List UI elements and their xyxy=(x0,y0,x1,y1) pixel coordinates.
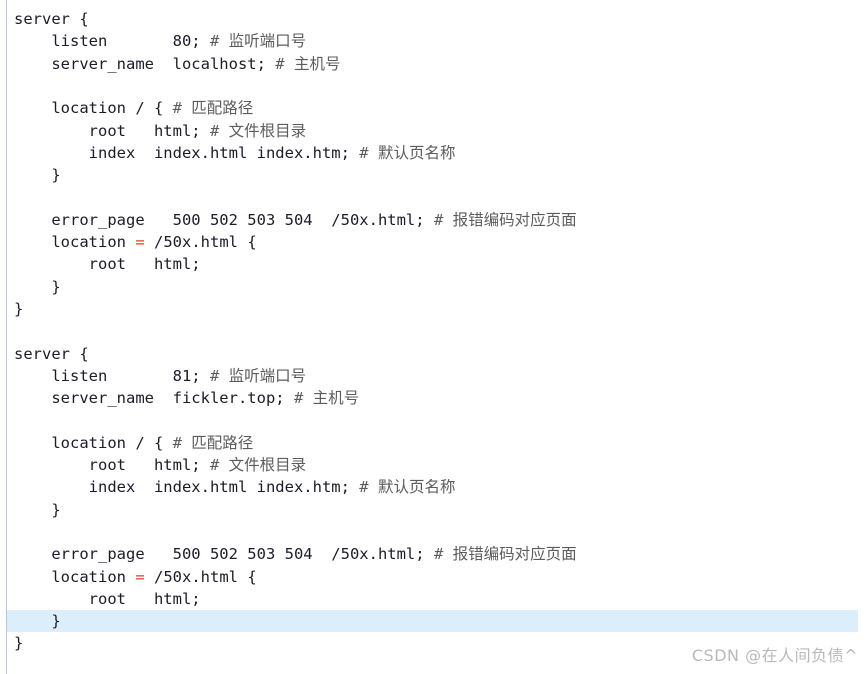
code-comment-token: # 监听端口号 xyxy=(209,366,307,385)
code-comment-token: # 文件根目录 xyxy=(209,456,307,474)
code-line[interactable]: error_page 500 502 503 504 /50x.html; # … xyxy=(0,209,868,231)
code-line[interactable]: root html; # 文件根目录 xyxy=(0,454,868,476)
code-comment-token: # 主机号 xyxy=(275,54,341,73)
code-line[interactable]: index index.html index.htm; # 默认页名称 xyxy=(0,142,868,164)
code-token: location xyxy=(14,567,136,586)
code-line[interactable]: root html; xyxy=(0,253,868,275)
code-text-surface[interactable]: server { listen 80; # 监听端口号 server_name … xyxy=(0,0,868,674)
code-token: } xyxy=(14,277,61,296)
code-line[interactable]: location / { # 匹配路径 xyxy=(0,97,868,119)
code-token: listen 80; xyxy=(14,32,210,51)
code-comment-token: # 文件根目录 xyxy=(209,121,307,140)
code-line[interactable]: } xyxy=(0,164,868,186)
code-line[interactable] xyxy=(0,320,868,342)
code-line[interactable]: location / { # 匹配路径 xyxy=(0,432,868,454)
code-comment-token: # 报错编码对应页面 xyxy=(433,545,577,564)
code-comment-token: # 监听端口号 xyxy=(209,32,307,51)
code-token: listen 81; xyxy=(14,366,210,385)
code-token: location / { xyxy=(14,99,173,118)
code-token: } xyxy=(14,500,61,519)
code-line[interactable]: index index.html index.htm; # 默认页名称 xyxy=(0,476,868,498)
code-editor-pane[interactable]: server { listen 80; # 监听端口号 server_name … xyxy=(0,0,868,674)
code-line[interactable]: root html; # 文件根目录 xyxy=(0,120,868,142)
code-line[interactable]: server_name fickler.top; # 主机号 xyxy=(0,387,868,409)
code-line-current[interactable]: } xyxy=(7,610,858,633)
code-line[interactable]: server_name localhost; # 主机号 xyxy=(0,53,868,75)
code-line[interactable] xyxy=(0,75,868,97)
code-token: } xyxy=(14,612,61,631)
code-line[interactable]: } xyxy=(0,499,868,521)
code-token: index index.html index.htm; xyxy=(14,143,360,162)
code-token: root html; xyxy=(14,456,210,474)
code-line[interactable] xyxy=(0,409,868,431)
code-token: } xyxy=(14,166,61,185)
code-token: root html; xyxy=(14,121,210,140)
code-line[interactable]: server { xyxy=(0,8,868,30)
code-line[interactable]: location = /50x.html { xyxy=(0,566,868,588)
code-token: server { xyxy=(14,344,89,363)
code-line[interactable]: server { xyxy=(0,343,868,365)
code-token: server_name localhost; xyxy=(14,54,276,73)
code-line[interactable]: listen 80; # 监听端口号 xyxy=(0,30,868,52)
code-token: } xyxy=(14,634,24,653)
code-line[interactable] xyxy=(0,521,868,543)
code-comment-token: # 默认页名称 xyxy=(359,143,456,162)
code-token: } xyxy=(14,299,24,318)
code-token: /50x.html { xyxy=(144,567,257,586)
code-comment-token: # 报错编码对应页面 xyxy=(433,210,577,229)
code-line[interactable]: location = /50x.html { xyxy=(0,231,868,253)
code-token: root html; xyxy=(14,255,201,274)
code-comment-token: # 匹配路径 xyxy=(172,433,254,452)
code-comment-token: # 匹配路径 xyxy=(172,99,254,118)
code-operator-token: = xyxy=(135,567,145,586)
code-operator-token: = xyxy=(135,233,145,251)
csdn-watermark: CSDN @在人间负债^ xyxy=(691,646,858,665)
code-token: server_name fickler.top; xyxy=(14,389,294,408)
code-comment-token: # 默认页名称 xyxy=(359,478,456,497)
code-token: error_page 500 502 503 504 /50x.html; xyxy=(14,545,434,564)
code-token: /50x.html { xyxy=(144,233,257,251)
code-token: location xyxy=(14,233,136,251)
code-token: root html; xyxy=(14,589,201,608)
code-line[interactable]: listen 81; # 监听端口号 xyxy=(0,365,868,387)
code-token: server { xyxy=(14,10,89,28)
code-comment-token: # 主机号 xyxy=(293,389,360,408)
code-token: error_page 500 502 503 504 /50x.html; xyxy=(14,210,434,229)
code-line[interactable]: } xyxy=(0,298,868,320)
code-line[interactable] xyxy=(0,186,868,208)
code-line[interactable]: } xyxy=(0,276,868,298)
code-line[interactable]: error_page 500 502 503 504 /50x.html; # … xyxy=(0,543,868,565)
code-line[interactable]: root html; xyxy=(0,588,868,610)
code-token: location / { xyxy=(14,433,173,452)
code-token: index index.html index.htm; xyxy=(14,478,360,497)
